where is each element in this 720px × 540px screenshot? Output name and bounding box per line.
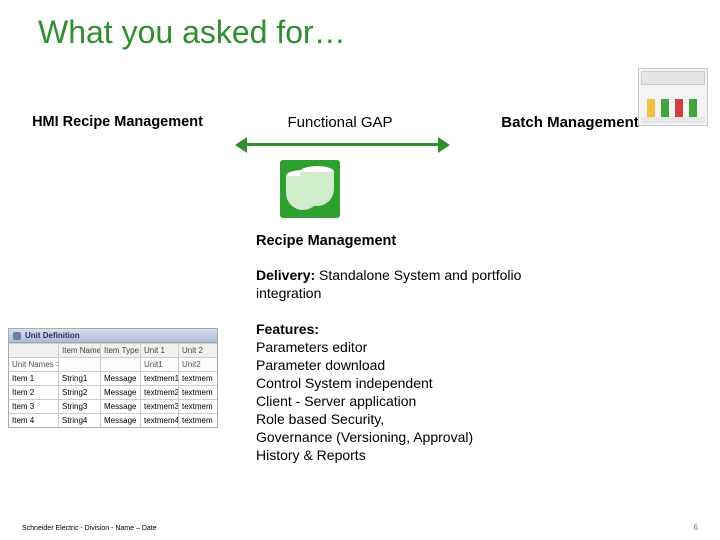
unit-definition-table: Unit Definition Item Name Item Type Unit…: [8, 328, 218, 428]
td: Item 4: [9, 414, 59, 427]
table-title-bar: Unit Definition: [9, 329, 217, 343]
arrow-line: [244, 143, 441, 146]
features-label: Features:: [256, 321, 319, 337]
footer-text: Schneider Electric - Division - Name – D…: [22, 525, 157, 532]
td: textmem: [179, 386, 217, 399]
td: textmem3: [141, 400, 179, 413]
feature-line: Parameter download: [256, 357, 385, 373]
td: textmem: [179, 400, 217, 413]
td: Message: [101, 414, 141, 427]
td: textmem: [179, 372, 217, 385]
table-row: Item 2 String2 Message textmem2 textmem: [9, 385, 217, 399]
td: Item 3: [9, 400, 59, 413]
th: Item Type: [101, 344, 141, 357]
td: [59, 358, 101, 371]
label-hmi: HMI Recipe Management: [0, 114, 235, 130]
td: String1: [59, 372, 101, 385]
feature-line: Client - Server application: [256, 393, 416, 409]
td: String3: [59, 400, 101, 413]
th: [9, 344, 59, 357]
td: String4: [59, 414, 101, 427]
batch-screenshot-thumb: [638, 68, 708, 126]
recipe-heading: Recipe Management: [256, 233, 396, 249]
td: Unit2: [179, 358, 217, 371]
td: Item 1: [9, 372, 59, 385]
double-arrow: [235, 135, 450, 153]
td: Message: [101, 400, 141, 413]
table-row: Item 1 String1 Message textmem1 textmem: [9, 371, 217, 385]
td: Unit1: [141, 358, 179, 371]
th: Unit 1: [141, 344, 179, 357]
feature-line: History & Reports: [256, 447, 366, 463]
feature-line: Parameters editor: [256, 339, 367, 355]
arrow-right-icon: [438, 137, 450, 153]
table-icon: [13, 332, 21, 340]
th: Item Name: [59, 344, 101, 357]
table-row: Item 4 String4 Message textmem4 textmem: [9, 413, 217, 427]
feature-line: Governance (Versioning, Approval): [256, 429, 473, 445]
td: Message: [101, 372, 141, 385]
features-block: Features: Parameters editor Parameter do…: [256, 320, 556, 464]
page-number: 6: [694, 523, 698, 532]
td: Item 2: [9, 386, 59, 399]
td: textmem4: [141, 414, 179, 427]
table-title: Unit Definition: [25, 331, 80, 340]
table-header-row: Item Name Item Type Unit 1 Unit 2: [9, 343, 217, 357]
disk-icon: [300, 166, 334, 206]
feature-line: Role based Security,: [256, 411, 384, 427]
slide-title: What you asked for…: [38, 14, 346, 51]
td: Unit Names >>>: [9, 358, 59, 371]
td: textmem: [179, 414, 217, 427]
table-subhead-row: Unit Names >>> Unit1 Unit2: [9, 357, 217, 371]
td: [101, 358, 141, 371]
label-gap: Functional GAP: [240, 114, 440, 131]
td: textmem2: [141, 386, 179, 399]
feature-line: Control System independent: [256, 375, 433, 391]
td: String2: [59, 386, 101, 399]
table-row: Item 3 String3 Message textmem3 textmem: [9, 399, 217, 413]
server-stack-icon: [280, 160, 340, 218]
delivery-label: Delivery:: [256, 267, 315, 283]
delivery-block: Delivery: Standalone System and portfoli…: [256, 266, 526, 302]
td: textmem1: [141, 372, 179, 385]
th: Unit 2: [179, 344, 217, 357]
td: Message: [101, 386, 141, 399]
